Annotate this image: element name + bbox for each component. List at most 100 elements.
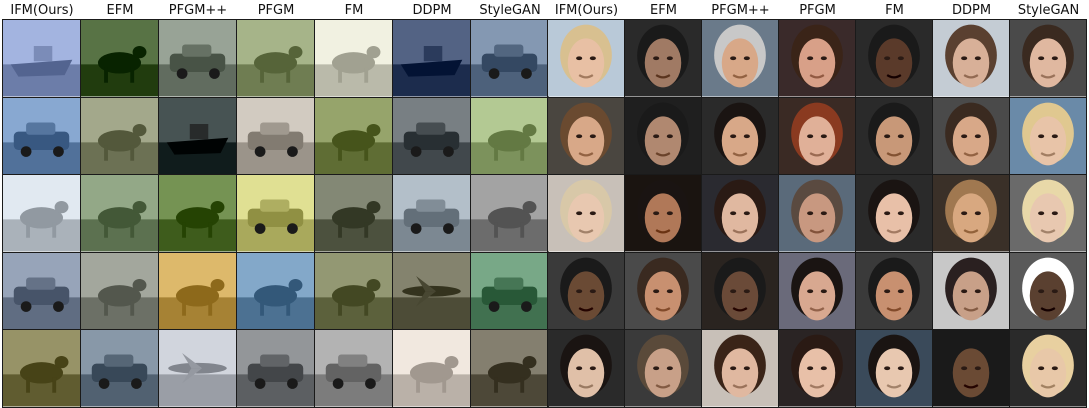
- face-skin: [721, 115, 759, 165]
- sample-image: [80, 251, 159, 330]
- face-eye: [807, 366, 814, 371]
- sample-image: [932, 251, 1010, 330]
- face-eye: [589, 366, 596, 371]
- face-eye: [576, 288, 583, 293]
- sample-image-graphic: [1010, 175, 1086, 252]
- face-eye: [1038, 211, 1045, 216]
- sample-image: [778, 329, 856, 408]
- sample-image-graphic: [933, 20, 1009, 97]
- sample-image: [236, 174, 315, 253]
- face-eye: [820, 366, 827, 371]
- sample-image: [470, 174, 549, 253]
- column-label: PFGM: [799, 3, 836, 18]
- face-eye: [666, 211, 673, 216]
- sample-image: [158, 251, 237, 330]
- sample-image-graphic: [548, 97, 624, 174]
- face-eye: [1038, 288, 1045, 293]
- sample-image: [80, 96, 159, 175]
- face-eye: [807, 211, 814, 216]
- face-eye: [961, 366, 968, 371]
- sample-image-graphic: [81, 175, 158, 252]
- sample-image-graphic: [1010, 330, 1086, 407]
- sample-image-graphic: [779, 330, 855, 407]
- face-skin: [721, 270, 759, 320]
- face-skin: [567, 193, 605, 243]
- sample-image-graphic: [237, 20, 314, 97]
- column-label: EFM: [106, 3, 134, 18]
- sample-image: [314, 96, 393, 175]
- face-eye: [961, 288, 968, 293]
- face-eye: [743, 366, 750, 371]
- sample-image: [624, 96, 702, 175]
- face-skin: [644, 115, 682, 165]
- face-eye: [820, 133, 827, 138]
- face-skin: [952, 38, 990, 88]
- face-eye: [897, 211, 904, 216]
- sample-image: [314, 19, 393, 98]
- face-eye: [576, 211, 583, 216]
- sample-image-graphic: [81, 97, 158, 174]
- sample-image: [2, 96, 81, 175]
- sample-image: [855, 19, 933, 98]
- column-label: IFM(Ours): [554, 3, 619, 18]
- sample-image-graphic: [471, 20, 548, 97]
- sample-image: [778, 96, 856, 175]
- face-skin: [798, 38, 836, 88]
- sample-image-graphic: [625, 252, 701, 329]
- column-label: IFM(Ours): [10, 3, 74, 18]
- face-eye: [1051, 133, 1058, 138]
- face-eye: [653, 56, 660, 61]
- face-eye: [974, 56, 981, 61]
- sample-image-graphic: [471, 330, 548, 407]
- sample-image-graphic: [315, 175, 392, 252]
- sample-image-graphic: [548, 252, 624, 329]
- sample-image-graphic: [471, 252, 548, 329]
- sample-image: [624, 251, 702, 330]
- face-eye: [1051, 211, 1058, 216]
- face-skin: [798, 348, 836, 398]
- face-skin: [875, 270, 913, 320]
- face-eye: [730, 133, 737, 138]
- sample-image-graphic: [779, 97, 855, 174]
- face-eye: [730, 366, 737, 371]
- column-label: StyleGAN: [1017, 3, 1080, 18]
- sample-image-graphic: [315, 97, 392, 174]
- face-eye: [807, 56, 814, 61]
- face-skin: [952, 348, 990, 398]
- sample-image-graphic: [237, 330, 314, 407]
- face-eye: [730, 56, 737, 61]
- sample-image-graphic: [81, 252, 158, 329]
- face-eye: [1051, 288, 1058, 293]
- sample-image-graphic: [237, 175, 314, 252]
- sample-image-graphic: [471, 97, 548, 174]
- sample-image-graphic: [471, 175, 548, 252]
- sample-image-graphic: [702, 330, 778, 407]
- sample-image: [80, 19, 159, 98]
- face-skin: [644, 348, 682, 398]
- sample-image: [314, 251, 393, 330]
- sample-image: [701, 251, 779, 330]
- sample-image-graphic: [933, 97, 1009, 174]
- sample-image: [778, 174, 856, 253]
- sample-image: [547, 251, 625, 330]
- column-label: DDPM: [951, 3, 992, 18]
- sample-image-graphic: [702, 252, 778, 329]
- sample-image: [470, 96, 549, 175]
- sample-image: [624, 19, 702, 98]
- face-eye: [666, 366, 673, 371]
- face-eye: [884, 366, 891, 371]
- sample-image-graphic: [393, 330, 470, 407]
- sample-image: [314, 329, 393, 408]
- face-eye: [666, 288, 673, 293]
- face-eye: [730, 288, 737, 293]
- sample-image-graphic: [933, 330, 1009, 407]
- sample-image-graphic: [159, 20, 236, 97]
- sample-image: [158, 329, 237, 408]
- face-eye: [576, 366, 583, 371]
- sample-image-graphic: [856, 330, 932, 407]
- face-eye: [1038, 133, 1045, 138]
- face-eye: [743, 133, 750, 138]
- face-eye: [961, 56, 968, 61]
- face-eye: [653, 366, 660, 371]
- face-skin: [875, 115, 913, 165]
